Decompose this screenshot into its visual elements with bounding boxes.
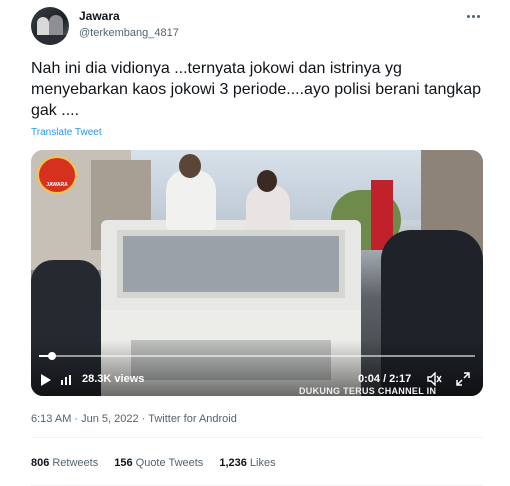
likes-label: Likes (249, 457, 276, 469)
tweet-text: Nah ini dia vidionya ...ternyata jokowi … (31, 60, 482, 119)
channel-logo: JAWARA (37, 156, 77, 194)
volume-icon[interactable] (427, 372, 443, 386)
video-overlay-caption: DUKUNG TERUS CHANNEL IN (299, 386, 437, 396)
avatar[interactable] (31, 7, 69, 45)
more-icon[interactable] (466, 9, 482, 23)
likes-stat[interactable]: 1,236 Likes (219, 457, 275, 469)
author-name[interactable]: Jawara (79, 9, 120, 23)
channel-logo-text: JAWARA (46, 182, 68, 188)
video-time: 0:04 / 2:17 (358, 373, 412, 385)
video-frame-person-head (257, 170, 277, 192)
retweets-stat[interactable]: 806 Retweets (31, 457, 98, 469)
play-icon[interactable] (41, 374, 51, 386)
tweet-stats: 806 Retweets 156 Quote Tweets 1,236 Likes (31, 457, 289, 469)
views-icon (61, 375, 73, 385)
retweets-count: 806 (31, 457, 50, 469)
quotes-label: Quote Tweets (135, 457, 204, 469)
author-handle[interactable]: @terkembang_4817 (79, 27, 179, 39)
video-progress-bar[interactable] (39, 352, 475, 360)
quote-tweets-stat[interactable]: 156 Quote Tweets (114, 457, 203, 469)
likes-count: 1,236 (219, 457, 247, 469)
divider (31, 437, 483, 438)
fullscreen-icon[interactable] (455, 371, 471, 387)
tweet-meta: 6:13 AM · Jun 5, 2022 · Twitter for Andr… (31, 413, 237, 425)
translate-tweet-link[interactable]: Translate Tweet (31, 127, 102, 138)
quotes-count: 156 (114, 457, 133, 469)
video-player[interactable]: JAWARA DUKUNG TERUS CHANNEL IN 28.3K vie… (31, 150, 483, 396)
video-frame-person-head (179, 154, 201, 178)
video-views: 28.3K views (82, 373, 145, 385)
retweets-label: Retweets (52, 457, 99, 469)
video-frame-person (166, 170, 216, 230)
